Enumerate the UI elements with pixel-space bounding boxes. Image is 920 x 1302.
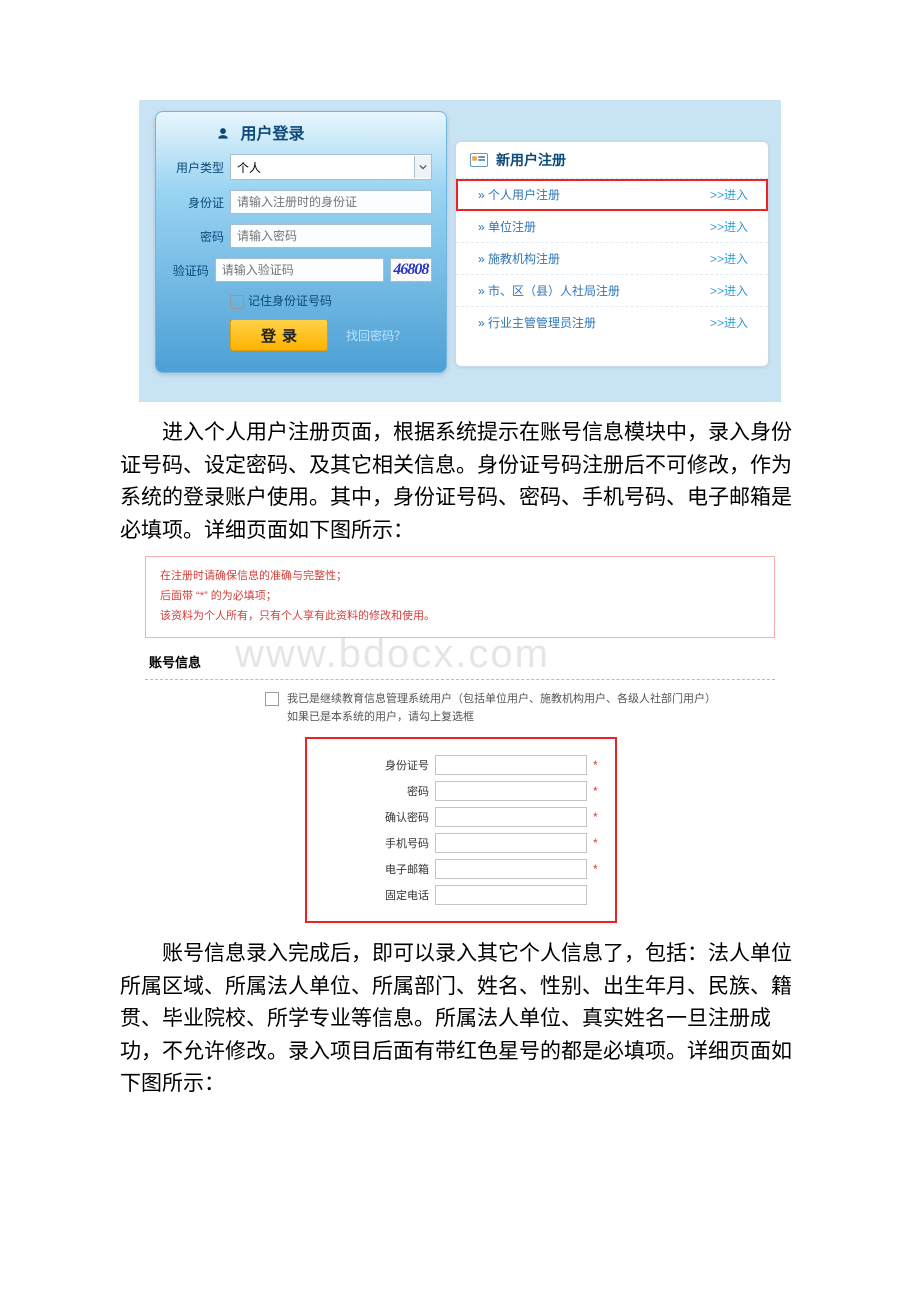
idcard-input[interactable]	[230, 190, 432, 214]
user-type-select[interactable]: 个人	[230, 154, 432, 180]
required-star-icon: *	[593, 862, 601, 876]
existing-line-1: 我已是继续教育信息管理系统用户（包括单位用户、施教机构用户、各级人社部门用户）	[287, 690, 716, 709]
account-form-box: 身份证号 * 密码 * 确认密码 * 手机号码 * 电子邮箱 * 固定电话	[305, 737, 617, 923]
warning-line-3: 该资料为个人所有，只有个人享有此资料的修改和使用。	[160, 607, 760, 627]
form-screenshot: 在注册时请确保信息的准确与完整性； 后面带 “*” 的为必填项； 该资料为个人所…	[145, 556, 775, 923]
register-enter-link[interactable]: >>进入	[710, 218, 748, 235]
form-input-5[interactable]	[435, 885, 587, 905]
register-item-label: » 行业主管管理员注册	[478, 314, 596, 331]
register-item-label: » 市、区（县）人社局注册	[478, 282, 620, 299]
form-label: 固定电话	[359, 887, 429, 903]
form-label: 确认密码	[359, 809, 429, 825]
form-input-1[interactable]	[435, 781, 587, 801]
register-item-3[interactable]: » 市、区（县）人社局注册 >>进入	[456, 275, 768, 307]
warning-line-2: 后面带 “*” 的为必填项；	[160, 587, 760, 607]
form-row-4: 电子邮箱 *	[321, 859, 601, 879]
form-label: 密码	[359, 783, 429, 799]
form-row-5: 固定电话	[321, 885, 601, 905]
register-item-2[interactable]: » 施教机构注册 >>进入	[456, 243, 768, 275]
register-enter-link[interactable]: >>进入	[710, 314, 748, 331]
required-star-icon: *	[593, 784, 601, 798]
register-item-1[interactable]: » 单位注册 >>进入	[456, 211, 768, 243]
login-header-text: 用户登录	[240, 126, 304, 143]
section-title: 账号信息	[145, 638, 775, 677]
form-input-3[interactable]	[435, 833, 587, 853]
login-screenshot: 用户登录 用户类型 个人 身份证 密码 验证码	[139, 100, 781, 402]
form-input-4[interactable]	[435, 859, 587, 879]
password-label: 密码	[170, 228, 224, 245]
register-item-4[interactable]: » 行业主管管理员注册 >>进入	[456, 307, 768, 338]
form-row-2: 确认密码 *	[321, 807, 601, 827]
section-separator	[145, 679, 775, 680]
form-input-0[interactable]	[435, 755, 587, 775]
login-button-label: 登录	[261, 325, 303, 346]
register-header: 新用户注册	[456, 142, 768, 179]
warning-line-1: 在注册时请确保信息的准确与完整性；	[160, 567, 760, 587]
login-header: 用户登录	[156, 112, 446, 154]
form-label: 电子邮箱	[359, 861, 429, 877]
register-item-label: » 单位注册	[478, 218, 536, 235]
register-enter-link[interactable]: >>进入	[710, 186, 748, 203]
paragraph-2: 账号信息录入完成后，即可以录入其它个人信息了，包括：法人单位所属区域、所属法人单…	[120, 937, 800, 1100]
remember-label: 记住身份证号码	[248, 292, 332, 309]
warning-box: 在注册时请确保信息的准确与完整性； 后面带 “*” 的为必填项； 该资料为个人所…	[145, 556, 775, 637]
login-button[interactable]: 登录	[230, 319, 328, 351]
register-header-text: 新用户注册	[496, 150, 566, 170]
user-type-value: 个人	[237, 159, 261, 176]
person-icon	[216, 127, 230, 141]
form-label: 身份证号	[359, 757, 429, 773]
form-label: 手机号码	[359, 835, 429, 851]
register-item-0[interactable]: » 个人用户注册 >>进入	[456, 179, 768, 211]
form-row-1: 密码 *	[321, 781, 601, 801]
password-input[interactable]	[230, 224, 432, 248]
captcha-text: 46808	[393, 261, 428, 279]
existing-user-checkbox[interactable]	[265, 692, 279, 706]
register-panel: 新用户注册 » 个人用户注册 >>进入 » 单位注册 >>进入 » 施教机构注册 >>进入…	[455, 141, 769, 367]
register-item-label: » 施教机构注册	[478, 250, 560, 267]
required-star-icon: *	[593, 810, 601, 824]
register-enter-link[interactable]: >>进入	[710, 282, 748, 299]
required-star-icon: *	[593, 836, 601, 850]
form-row-0: 身份证号 *	[321, 755, 601, 775]
login-panel: 用户登录 用户类型 个人 身份证 密码 验证码	[155, 111, 447, 373]
required-star-icon: *	[593, 758, 601, 772]
existing-line-2: 如果已是本系统的用户，请勾上复选框	[287, 708, 716, 727]
chevron-down-icon	[414, 156, 431, 178]
form-row-3: 手机号码 *	[321, 833, 601, 853]
captcha-image[interactable]: 46808	[390, 258, 432, 282]
captcha-input[interactable]	[215, 258, 384, 282]
captcha-label: 验证码	[170, 262, 209, 279]
idcard-label: 身份证	[170, 194, 224, 211]
forgot-password-link[interactable]: 找回密码？	[346, 327, 406, 344]
remember-checkbox[interactable]	[230, 295, 244, 309]
register-item-label: » 个人用户注册	[478, 186, 560, 203]
form-input-2[interactable]	[435, 807, 587, 827]
id-card-icon	[470, 153, 488, 167]
register-enter-link[interactable]: >>进入	[710, 250, 748, 267]
user-type-label: 用户类型	[170, 159, 224, 176]
paragraph-1: 进入个人用户注册页面，根据系统提示在账号信息模块中，录入身份证号码、设定密码、及…	[120, 416, 800, 546]
